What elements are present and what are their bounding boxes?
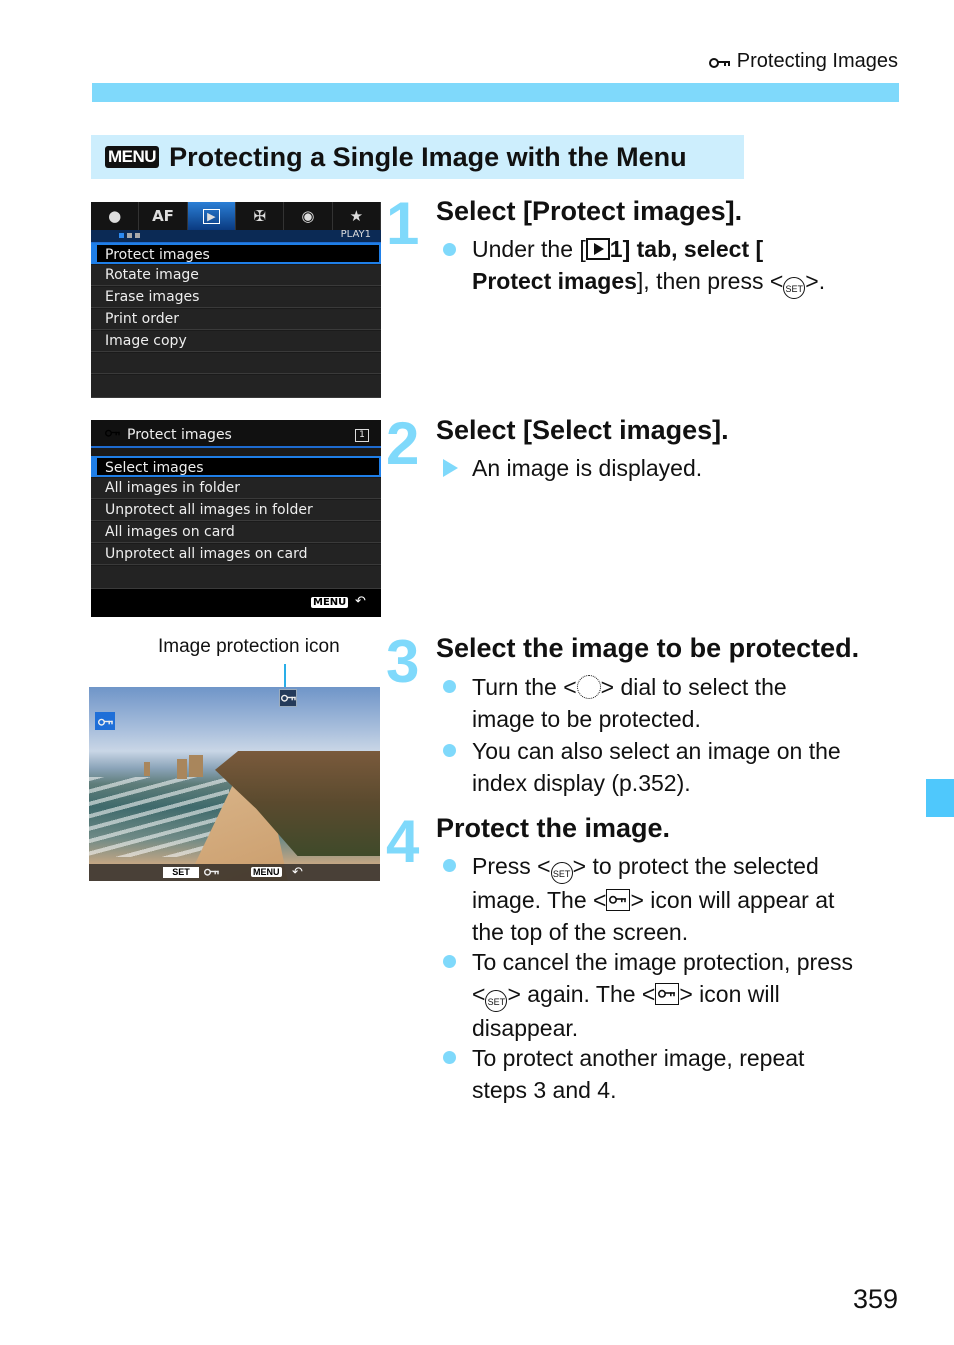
star-icon: ★ [349,207,364,225]
menu-item-all-images-in-folder[interactable]: All images in folder [91,478,381,499]
photo-footer-bar: SET MENU ↶ [89,864,380,881]
menu-badge-icon: MENU [105,146,160,168]
page-indicator [135,233,140,238]
menu-button-icon[interactable]: MENU [251,867,282,877]
menu-item-empty [91,375,381,398]
menu-item-rotate-image[interactable]: Rotate image [91,265,381,286]
menu-item-unprotect-all-on-card[interactable]: Unprotect all images on card [91,544,381,565]
tab-playback[interactable]: ▶ [187,202,236,230]
menu-item-all-images-on-card[interactable]: All images on card [91,522,381,543]
menu-item-print-order[interactable]: Print order [91,309,381,330]
image-protection-icon-caption: Image protection icon [158,636,340,657]
wrench-icon: ✠ [253,207,266,225]
play-icon: ▶ [203,208,220,224]
bullet-dot [443,243,456,256]
set-button-icon: SET [783,277,806,299]
step-bullet: To cancel the image protection, press < S… [472,949,853,1041]
playback-icon [585,238,610,260]
step-bullet: To protect another image, repeat steps 3… [472,1045,805,1103]
menu-tabs: ● AF ▶ ✠ ◉ ★ [91,202,381,230]
tab-setup[interactable]: ✠ [236,202,285,230]
key-icon [204,868,219,876]
custom-functions-icon: ◉ [301,207,315,225]
step-number: 3 [386,628,420,695]
step-bullet: Turn the < > dial to select the image to … [472,674,787,732]
camera-icon: ● [108,207,122,225]
main-dial-icon [576,675,601,699]
running-head-text: Protecting Images [736,50,898,72]
protect-key-icon [606,889,631,911]
bullet-dot [443,680,456,693]
bullet-dot [443,744,456,757]
image-protection-icon [279,689,297,707]
step-result: An image is displayed. [472,455,703,481]
protect-key-icon [655,983,680,1005]
step-title: Select [Protect images]. [436,196,743,226]
page-indicator [119,233,124,238]
set-button-icon: SET [550,862,573,884]
key-icon [105,429,120,437]
set-button-icon[interactable]: SET [163,867,199,878]
rock-stack [177,759,187,779]
running-head: Protecting Images [708,50,898,73]
rock-stack [189,755,203,777]
tab-subbar: PLAY1 [91,229,381,244]
step-bullet: Press < SET> to protect the selected imag… [472,853,835,945]
menu-item-empty [91,566,381,589]
step-number: 2 [386,410,420,477]
tab-custom[interactable]: ◉ [284,202,333,230]
step-title: Select [Select images]. [436,415,729,445]
key-icon [708,57,731,68]
return-icon: ↶ [355,594,366,609]
playback-photo-screen: SET MENU ↶ [89,687,380,881]
screen-header: Protect images 1 [91,420,381,448]
screen-title: Protect images [127,427,232,443]
protect-indicator-icon [95,712,115,730]
section-title: Protecting a Single Image with the Menu [169,141,687,172]
rock-stack [144,762,150,776]
camera-menu-screen-protect: Protect images 1 Select images All image… [91,420,381,617]
menu-item-unprotect-all-in-folder[interactable]: Unprotect all images in folder [91,500,381,521]
menu-item-image-copy[interactable]: Image copy [91,331,381,352]
step-number: 1 [386,190,420,257]
camera-menu-screen-play1: ● AF ▶ ✠ ◉ ★ PLAY1 Protect images Rotate… [91,202,381,398]
return-icon: ↶ [292,864,303,879]
bullet-dot [443,955,456,968]
page-label: PLAY1 [340,229,371,240]
bullet-dot [443,859,456,872]
step-title: Select the image to be protected. [436,633,860,663]
section-banner: MENU Protecting a Single Image with the … [91,135,744,179]
bullet-dot [443,1051,456,1064]
tab-shooting[interactable]: ● [91,202,140,230]
header-bar [92,83,899,102]
set-button-icon: SET [485,990,508,1012]
step-bullet: Under the [1] tab, select [ Protect imag… [472,233,902,299]
tab-af[interactable]: AF [139,202,188,230]
menu-item-empty [91,353,381,374]
page-number: 359 [852,1284,898,1314]
step-title: Protect the image. [436,813,671,843]
result-arrow-icon [443,459,458,477]
step-number: 4 [386,808,420,875]
card-icon: 1 [355,429,369,442]
menu-button-icon[interactable]: MENU [311,597,349,608]
step-bullet: You can also select an image on the inde… [472,738,841,796]
screen-footer: MENU ↶ [91,589,381,617]
menu-item-protect-images[interactable]: Protect images [91,243,381,264]
chapter-side-tab [926,779,954,817]
menu-item-select-images[interactable]: Select images [91,456,381,477]
tab-my-menu[interactable]: ★ [333,202,381,230]
page-indicator [127,233,132,238]
menu-item-erase-images[interactable]: Erase images [91,287,381,308]
